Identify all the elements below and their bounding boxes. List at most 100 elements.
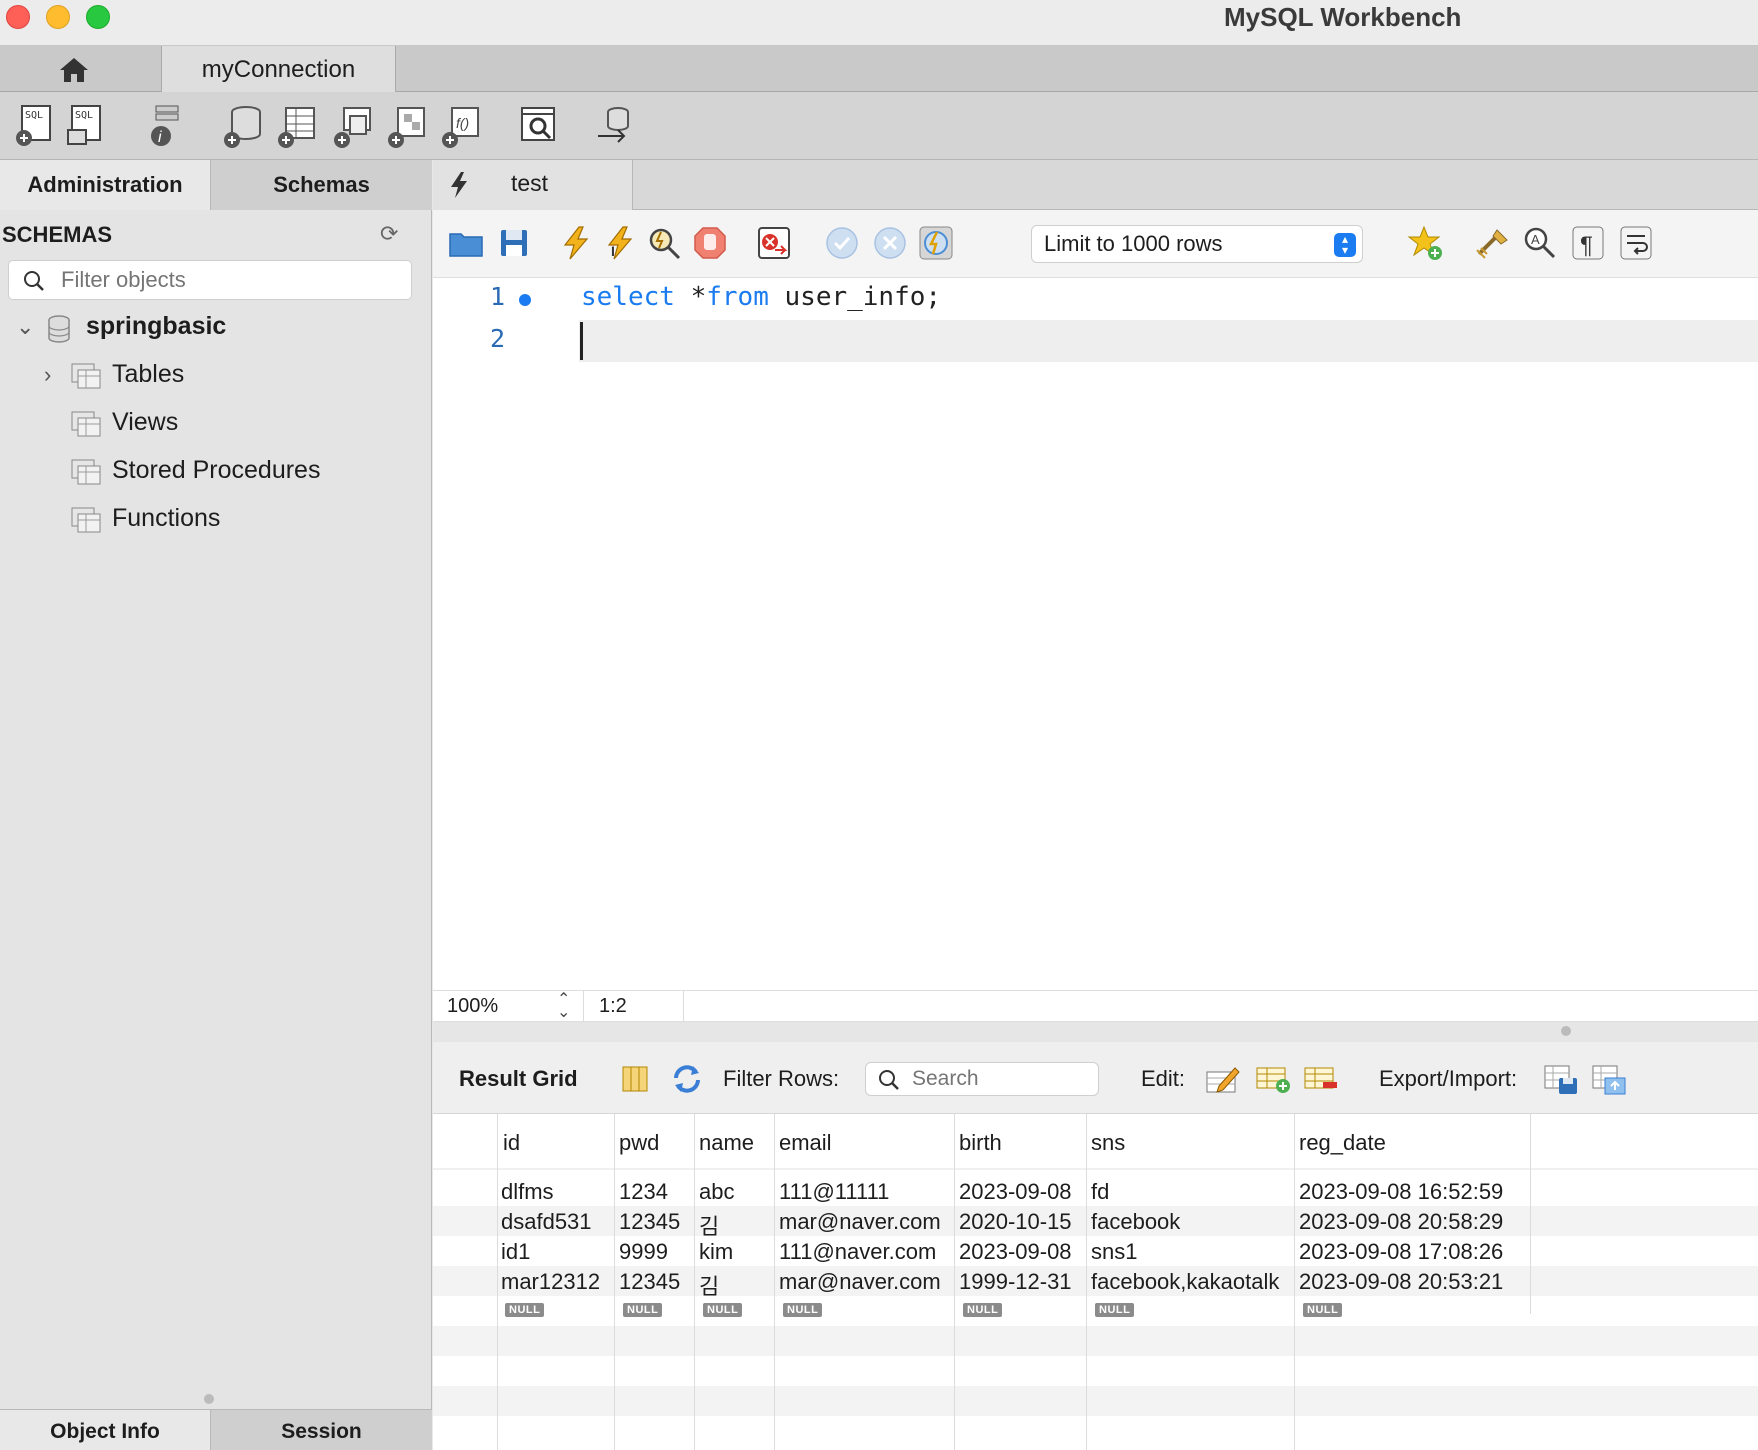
stop-on-error-icon[interactable] [755,224,793,262]
tab-object-info[interactable]: Object Info [0,1410,211,1450]
search-table-data-icon[interactable] [518,104,560,148]
tree-item-functions[interactable]: Functions [0,500,432,540]
cell-birth[interactable]: 2023-09-08 [959,1179,1072,1205]
cell-id[interactable]: dlfms [501,1179,554,1205]
tab-administration[interactable]: Administration [0,160,211,210]
cell-pwd[interactable]: 12345 [619,1269,680,1295]
tree-item-stored-procedures[interactable]: Stored Procedures [0,452,432,492]
null-badge[interactable]: NULL [1303,1303,1343,1317]
cell-name[interactable]: kim [699,1239,733,1265]
zoom-stepper-icon[interactable]: ⌃ ⌄ [557,992,570,1021]
cell-pwd[interactable]: 1234 [619,1179,668,1205]
stop-icon[interactable] [691,224,729,262]
sql-code-editor[interactable]: 1 select *from user_info; 2 [433,278,1758,1098]
execute-icon[interactable] [557,224,595,262]
beautify-icon[interactable] [1473,224,1511,262]
cell-sns[interactable]: facebook,kakaotalk [1091,1269,1279,1295]
cell-birth[interactable]: 2020-10-15 [959,1209,1072,1235]
create-view-icon[interactable] [332,104,374,148]
cell-birth[interactable]: 2023-09-08 [959,1239,1072,1265]
column-header-sns[interactable]: sns [1091,1130,1125,1156]
chevron-right-icon[interactable]: › [44,362,51,388]
filter-rows-input[interactable] [912,1065,1092,1093]
find-replace-icon[interactable]: A [1521,224,1559,262]
cell-reg-date[interactable]: 2023-09-08 17:08:26 [1299,1239,1503,1265]
create-procedure-icon[interactable] [386,104,428,148]
cell-email[interactable]: 111@naver.com [779,1239,936,1265]
cell-email[interactable]: mar@naver.com [779,1209,941,1235]
add-row-icon[interactable] [1255,1064,1291,1094]
cell-sns[interactable]: sns1 [1091,1239,1137,1265]
connection-tab-myconnection[interactable]: myConnection [162,46,396,92]
column-header-id[interactable]: id [503,1130,520,1156]
cell-email[interactable]: mar@naver.com [779,1269,941,1295]
column-header-birth[interactable]: birth [959,1130,1002,1156]
cell-pwd[interactable]: 12345 [619,1209,680,1235]
tab-schemas[interactable]: Schemas [211,160,432,210]
table-row[interactable]: dlfms 1234 abc 111@11111 2023-09-08 fd 2… [433,1176,1758,1206]
refresh-schemas-icon[interactable]: ⟳ [380,221,398,247]
delete-row-icon[interactable] [1303,1064,1339,1094]
edit-row-icon[interactable] [1205,1064,1241,1094]
cell-sns[interactable]: facebook [1091,1209,1180,1235]
tree-item-springbasic[interactable]: ⌄ springbasic [0,308,432,348]
inspector-icon[interactable]: i [144,104,186,148]
cell-email[interactable]: 111@11111 [779,1179,889,1205]
cell-birth[interactable]: 1999-12-31 [959,1269,1072,1295]
open-file-icon[interactable] [447,224,485,262]
export-icon[interactable] [1543,1064,1579,1096]
invisible-chars-icon[interactable]: ¶ [1569,224,1607,262]
table-row-new[interactable]: NULL NULL NULL NULL NULL NULL NULL [433,1296,1758,1326]
import-icon[interactable] [1591,1064,1627,1096]
new-sql-tab-icon[interactable]: SQL [14,104,56,148]
column-header-name[interactable]: name [699,1130,754,1156]
cell-id[interactable]: mar12312 [501,1269,600,1295]
column-header-reg-date[interactable]: reg_date [1299,1130,1386,1156]
zoom-level[interactable]: 100% [447,995,498,1018]
column-header-email[interactable]: email [779,1130,832,1156]
home-tab[interactable] [0,46,162,92]
table-row[interactable]: id1 9999 kim 111@naver.com 2023-09-08 sn… [433,1236,1758,1266]
rollback-icon[interactable] [871,224,909,262]
null-badge[interactable]: NULL [703,1303,743,1317]
limit-rows-select[interactable]: Limit to 1000 rows ▴ ▾ [1031,225,1363,263]
execute-current-statement-icon[interactable]: I [601,224,639,262]
word-wrap-icon[interactable] [1617,224,1655,262]
toggle-columns-icon[interactable] [621,1064,649,1094]
chevron-down-icon[interactable]: ⌄ [16,314,34,340]
cell-pwd[interactable]: 9999 [619,1239,668,1265]
cell-sns[interactable]: fd [1091,1179,1109,1205]
editor-results-splitter[interactable] [433,1022,1758,1042]
explain-icon[interactable] [645,224,683,262]
cell-reg-date[interactable]: 2023-09-08 20:58:29 [1299,1209,1503,1235]
create-table-icon[interactable] [276,104,318,148]
null-badge[interactable]: NULL [783,1303,823,1317]
open-sql-script-icon[interactable]: SQL [64,104,106,148]
cell-reg-date[interactable]: 2023-09-08 20:53:21 [1299,1269,1503,1295]
refresh-results-icon[interactable] [671,1064,703,1094]
close-window-button[interactable] [6,5,30,29]
tree-item-views[interactable]: Views [0,404,432,444]
table-row[interactable]: dsafd531 12345 김 mar@naver.com 2020-10-1… [433,1206,1758,1239]
null-badge[interactable]: NULL [623,1303,663,1317]
cell-id[interactable]: dsafd531 [501,1209,592,1235]
autocommit-icon[interactable] [917,224,955,262]
save-icon[interactable] [495,224,533,262]
zoom-window-button[interactable] [86,5,110,29]
cell-reg-date[interactable]: 2023-09-08 16:52:59 [1299,1179,1503,1205]
add-snippet-icon[interactable] [1407,224,1445,262]
create-schema-icon[interactable] [222,104,264,148]
cell-name[interactable]: abc [699,1179,734,1205]
column-header-pwd[interactable]: pwd [619,1130,659,1156]
reconnect-icon[interactable] [594,104,636,148]
null-badge[interactable]: NULL [963,1303,1003,1317]
filter-objects-input[interactable] [61,265,401,295]
minimize-window-button[interactable] [46,5,70,29]
table-row[interactable]: mar12312 12345 김 mar@naver.com 1999-12-3… [433,1266,1758,1299]
null-badge[interactable]: NULL [1095,1303,1135,1317]
tree-item-tables[interactable]: › Tables [0,356,432,396]
null-badge[interactable]: NULL [505,1303,545,1317]
commit-icon[interactable] [823,224,861,262]
query-tab-test[interactable]: test [433,160,633,210]
sidebar-splitter-handle[interactable] [204,1394,214,1404]
